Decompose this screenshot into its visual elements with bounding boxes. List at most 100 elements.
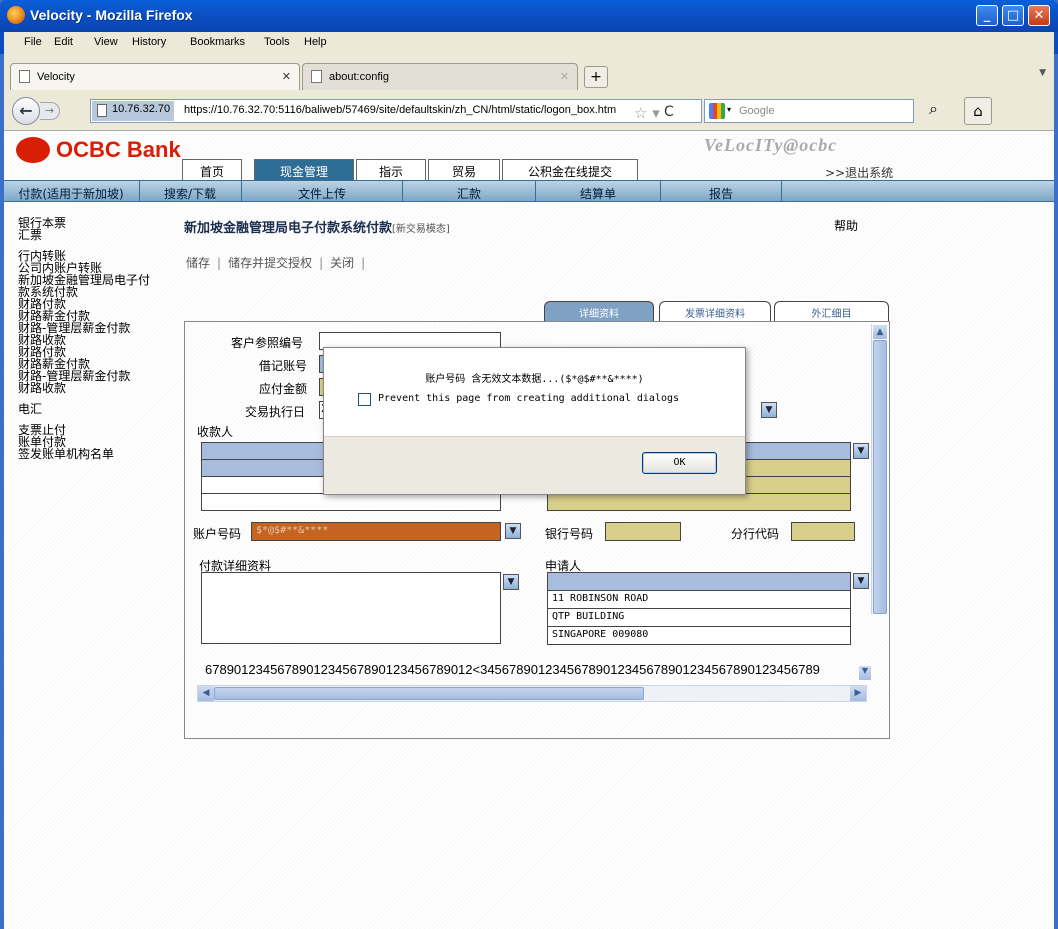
- main-tab-cpf[interactable]: 公积金在线提交: [502, 159, 638, 181]
- home-button[interactable]: ⌂: [964, 97, 992, 125]
- scroll-left-icon[interactable]: ◀: [198, 686, 214, 701]
- tab-velocity[interactable]: Velocity ✕: [10, 63, 300, 90]
- subnav-search-download[interactable]: 搜索/下载: [140, 185, 240, 202]
- exec-date-dropdown-icon[interactable]: ▼: [761, 402, 777, 418]
- main-tab-cash-management[interactable]: 现金管理: [254, 159, 354, 181]
- scroll-up-icon[interactable]: ▲: [872, 324, 888, 340]
- sidebar-item[interactable]: 支票止付: [18, 424, 188, 436]
- new-tab-button[interactable]: +: [584, 66, 608, 88]
- forward-button[interactable]: →: [40, 102, 60, 120]
- search-icon[interactable]: ⌕: [929, 99, 938, 119]
- sidebar-item[interactable]: 财路收款: [18, 334, 188, 346]
- applicant-line-2: QTP BUILDING: [547, 608, 851, 627]
- scroll-right-icon[interactable]: ▶: [850, 686, 866, 701]
- tab-about-config[interactable]: about:config ✕: [302, 63, 578, 90]
- horizontal-scrollbar[interactable]: ◀ ▶: [197, 685, 867, 702]
- window-titlebar: Velocity - Mozilla Firefox _ □ ✕: [0, 0, 1058, 32]
- velocity-logo: VeLocITy@ocbc: [704, 135, 838, 155]
- reload-icon[interactable]: C: [664, 104, 674, 120]
- logout-link[interactable]: >>退出系统: [825, 164, 893, 181]
- sidebar-item[interactable]: 财路收款: [18, 382, 188, 394]
- subnav-file-upload[interactable]: 文件上传: [242, 185, 402, 202]
- sidebar-item[interactable]: 行内转账: [18, 250, 188, 262]
- hscroll-thumb[interactable]: [214, 687, 644, 700]
- sidebar-item[interactable]: 账单付款: [18, 436, 188, 448]
- bank-dropdown-icon[interactable]: ▼: [853, 443, 869, 459]
- subnav-payments-sg[interactable]: 付款(适用于新加坡): [4, 185, 138, 202]
- back-button[interactable]: ←: [12, 97, 40, 125]
- menu-help[interactable]: Help: [304, 36, 327, 48]
- sidebar-item[interactable]: 签发账单机构名单: [18, 448, 188, 460]
- sidebar-item[interactable]: 财路薪金付款: [18, 310, 188, 322]
- google-icon[interactable]: [709, 103, 725, 119]
- tab-fx-details[interactable]: 外汇细目: [774, 301, 889, 321]
- account-no-input[interactable]: $*@$#**&****: [251, 522, 501, 541]
- sidebar-item[interactable]: 财路付款: [18, 346, 188, 358]
- reference-text: 6789012345678901234567890123456789012<34…: [205, 662, 820, 677]
- sidebar-item[interactable]: 财路-管理层薪金付款: [18, 322, 188, 334]
- minimize-button[interactable]: _: [976, 5, 998, 26]
- amount-label: 应付金额: [259, 382, 308, 396]
- menu-view[interactable]: View: [94, 36, 118, 48]
- sidebar-item[interactable]: 财路付款: [18, 298, 188, 310]
- account-no-dropdown-icon[interactable]: ▼: [505, 523, 521, 539]
- sidebar-item[interactable]: 款系统付款: [18, 286, 188, 298]
- window-title: Velocity - Mozilla Firefox: [30, 7, 193, 23]
- sidebar-item[interactable]: 公司内账户转账: [18, 262, 188, 274]
- scroll-thumb[interactable]: [873, 340, 887, 614]
- main-tab-trade[interactable]: 贸易: [428, 159, 500, 181]
- bank-line-3[interactable]: [547, 493, 851, 511]
- tab-invoice-details[interactable]: 发票详细资料: [659, 301, 771, 321]
- minimize-icon: _: [983, 8, 991, 23]
- menu-history[interactable]: History: [132, 36, 166, 48]
- site-identity-button[interactable]: 10.76.32.70: [92, 101, 175, 121]
- subnav-remittance[interactable]: 汇款: [403, 185, 535, 202]
- close-tab-icon[interactable]: ✕: [282, 70, 291, 83]
- payment-details-dropdown-icon[interactable]: ▼: [503, 574, 519, 590]
- payee-input-4[interactable]: [201, 493, 501, 511]
- branch-code-input[interactable]: [791, 522, 855, 541]
- address-bar[interactable]: 10.76.32.70 https://10.76.32.70:5116/bal…: [90, 99, 702, 123]
- search-box[interactable]: ▾ Google: [704, 99, 914, 123]
- action-links: 储存 | 储存并提交授权 | 关闭 |: [186, 256, 366, 270]
- sidebar-item[interactable]: 银行本票: [18, 217, 188, 229]
- maximize-button[interactable]: □: [1002, 5, 1024, 26]
- alert-dialog: 账户号码 含无效文本数据...($*@$#**&****) Prevent th…: [323, 347, 746, 495]
- sidebar-item[interactable]: 财路薪金付款: [18, 358, 188, 370]
- sidebar-item[interactable]: 汇票: [18, 229, 188, 241]
- tab-details[interactable]: 详细资料: [544, 301, 654, 321]
- tab-list-icon[interactable]: ▼: [1039, 68, 1046, 78]
- bookmark-star-icon[interactable]: ☆ ▾: [634, 104, 660, 122]
- subnav-statements[interactable]: 结算单: [536, 185, 660, 202]
- save-submit-link[interactable]: 储存并提交授权: [228, 256, 312, 270]
- applicant-dropdown-icon[interactable]: ▼: [853, 573, 869, 589]
- search-engine-dropdown-icon[interactable]: ▾: [727, 105, 731, 114]
- main-tab-instructions[interactable]: 指示: [356, 159, 426, 181]
- menu-edit[interactable]: Edit: [54, 36, 73, 48]
- help-link[interactable]: 帮助: [834, 217, 858, 234]
- close-window-button[interactable]: ✕: [1028, 5, 1050, 26]
- bank-code-input[interactable]: [605, 522, 681, 541]
- exec-date-label: 交易执行日: [245, 405, 306, 419]
- prevent-dialogs-checkbox[interactable]: [358, 393, 371, 406]
- menu-file[interactable]: File: [24, 36, 42, 48]
- tab-strip: Velocity ✕ about:config ✕ + ▼: [4, 54, 1054, 91]
- sidebar-item[interactable]: 财路-管理层薪金付款: [18, 370, 188, 382]
- main-tab-home[interactable]: 首页: [182, 159, 242, 181]
- sidebar-item[interactable]: 电汇: [18, 403, 188, 415]
- menu-bookmarks[interactable]: Bookmarks: [190, 36, 245, 48]
- save-link[interactable]: 储存: [186, 256, 210, 270]
- ok-button[interactable]: OK: [642, 452, 717, 474]
- sidebar-item[interactable]: 新加坡金融管理局电子付: [18, 274, 188, 286]
- subnav-reports[interactable]: 报告: [661, 185, 781, 202]
- branch-code-label: 分行代码: [731, 527, 780, 541]
- text-scroll-down-icon[interactable]: ▼: [859, 666, 871, 680]
- sidebar-menu: 银行本票 汇票 行内转账 公司内账户转账 新加坡金融管理局电子付 款系统付款 财…: [18, 217, 188, 460]
- panel-vertical-scrollbar[interactable]: ▲: [871, 324, 888, 614]
- prevent-dialogs-label[interactable]: Prevent this page from creating addition…: [378, 393, 679, 404]
- payment-details-textarea[interactable]: [201, 572, 501, 644]
- close-tab-icon[interactable]: ✕: [560, 70, 569, 83]
- menu-tools[interactable]: Tools: [264, 36, 290, 48]
- close-link[interactable]: 关闭: [330, 256, 354, 270]
- applicant-select[interactable]: [547, 572, 851, 591]
